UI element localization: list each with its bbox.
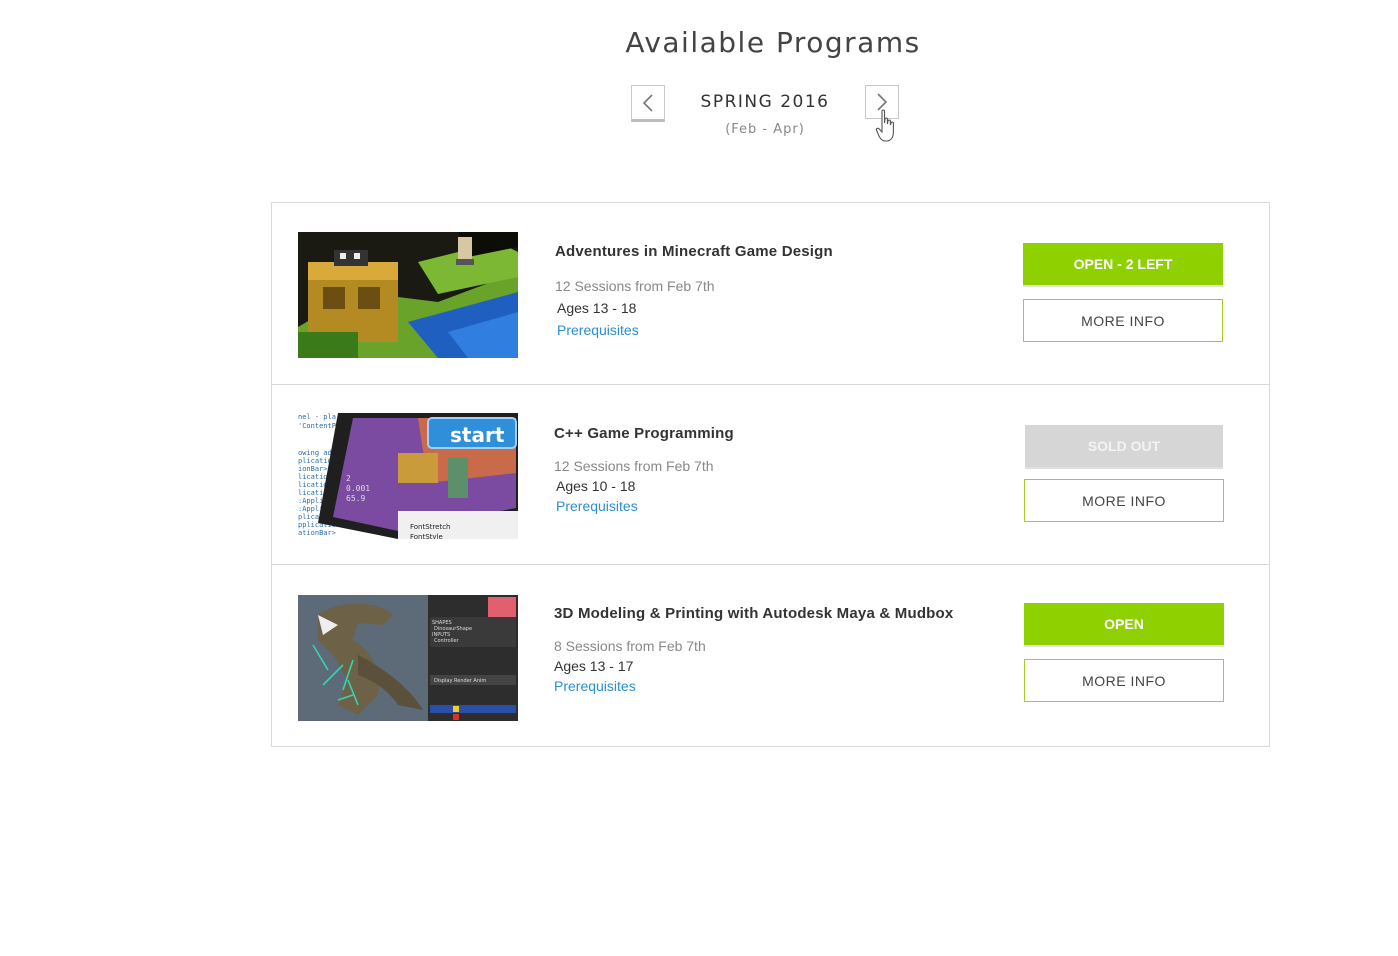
- svg-text:FontStyle: FontStyle: [410, 533, 443, 539]
- program-ages: Ages 13 - 18: [557, 300, 637, 316]
- svg-text:'ContentPa: 'ContentPa: [298, 422, 340, 430]
- prerequisites-link[interactable]: Prerequisites: [556, 498, 638, 514]
- program-title: 3D Modeling & Printing with Autodesk May…: [554, 605, 954, 622]
- chevron-right-icon: [877, 93, 888, 111]
- program-info: C++ Game Programming 12 Sessions from Fe…: [554, 425, 974, 516]
- svg-text:0.001: 0.001: [346, 484, 370, 493]
- prerequisites-link[interactable]: Prerequisites: [557, 322, 639, 338]
- program-row: SHAPES DinosaurShape INPUTS Controller D…: [272, 565, 1269, 746]
- svg-text:Controller: Controller: [434, 638, 460, 644]
- enroll-status-button[interactable]: OPEN: [1024, 603, 1224, 645]
- program-title: Adventures in Minecraft Game Design: [555, 243, 833, 260]
- enroll-status-button: SOLD OUT: [1025, 425, 1223, 467]
- svg-text:licatio: licatio: [298, 481, 328, 489]
- program-thumbnail: SHAPES DinosaurShape INPUTS Controller D…: [298, 595, 518, 721]
- prerequisites-link[interactable]: Prerequisites: [554, 678, 636, 694]
- program-thumbnail: nel - pla 'ContentPa owing ad plicatio i…: [298, 413, 518, 539]
- svg-text:Display Render Anim: Display Render Anim: [434, 678, 486, 684]
- svg-text:65.9: 65.9: [346, 494, 365, 503]
- chevron-left-icon: [642, 93, 653, 112]
- program-ages: Ages 13 - 17: [554, 658, 634, 674]
- program-row: nel - pla 'ContentPa owing ad plicatio i…: [272, 385, 1269, 565]
- page-title: Available Programs: [625, 26, 921, 59]
- svg-text:start: start: [450, 423, 505, 447]
- enroll-status-button[interactable]: OPEN - 2 LEFT: [1023, 243, 1223, 285]
- svg-text:ionBar>: ionBar>: [298, 465, 328, 473]
- more-info-button[interactable]: MORE INFO: [1023, 299, 1223, 342]
- program-ages: Ages 10 - 18: [556, 478, 636, 494]
- program-thumbnail: [298, 232, 518, 358]
- program-sessions: 12 Sessions from Feb 7th: [554, 458, 714, 474]
- program-row: Adventures in Minecraft Game Design 12 S…: [272, 203, 1269, 385]
- svg-text:licatio: licatio: [298, 473, 328, 481]
- program-title: C++ Game Programming: [554, 425, 734, 442]
- prev-term-button[interactable]: [631, 85, 665, 122]
- program-sessions: 12 Sessions from Feb 7th: [555, 278, 715, 294]
- svg-text:plicatio: plicatio: [298, 457, 332, 465]
- svg-text:FontStretch: FontStretch: [410, 523, 451, 531]
- svg-text:owing ad: owing ad: [298, 449, 332, 457]
- svg-text:nel - pla: nel - pla: [298, 413, 336, 421]
- more-info-button[interactable]: MORE INFO: [1024, 479, 1224, 522]
- next-term-button[interactable]: [865, 85, 899, 119]
- term-navigator: SPRING 2016 (Feb - Apr): [631, 85, 901, 145]
- svg-text:2: 2: [346, 474, 351, 483]
- program-sessions: 8 Sessions from Feb 7th: [554, 638, 706, 654]
- program-info: Adventures in Minecraft Game Design 12 S…: [555, 243, 975, 340]
- term-date-range: (Feb - Apr): [725, 122, 805, 137]
- program-info: 3D Modeling & Printing with Autodesk May…: [554, 605, 994, 696]
- svg-text:ationBar>: ationBar>: [298, 529, 336, 537]
- more-info-button[interactable]: MORE INFO: [1024, 659, 1224, 702]
- term-name: SPRING 2016: [700, 92, 830, 112]
- program-list: Adventures in Minecraft Game Design 12 S…: [271, 202, 1270, 747]
